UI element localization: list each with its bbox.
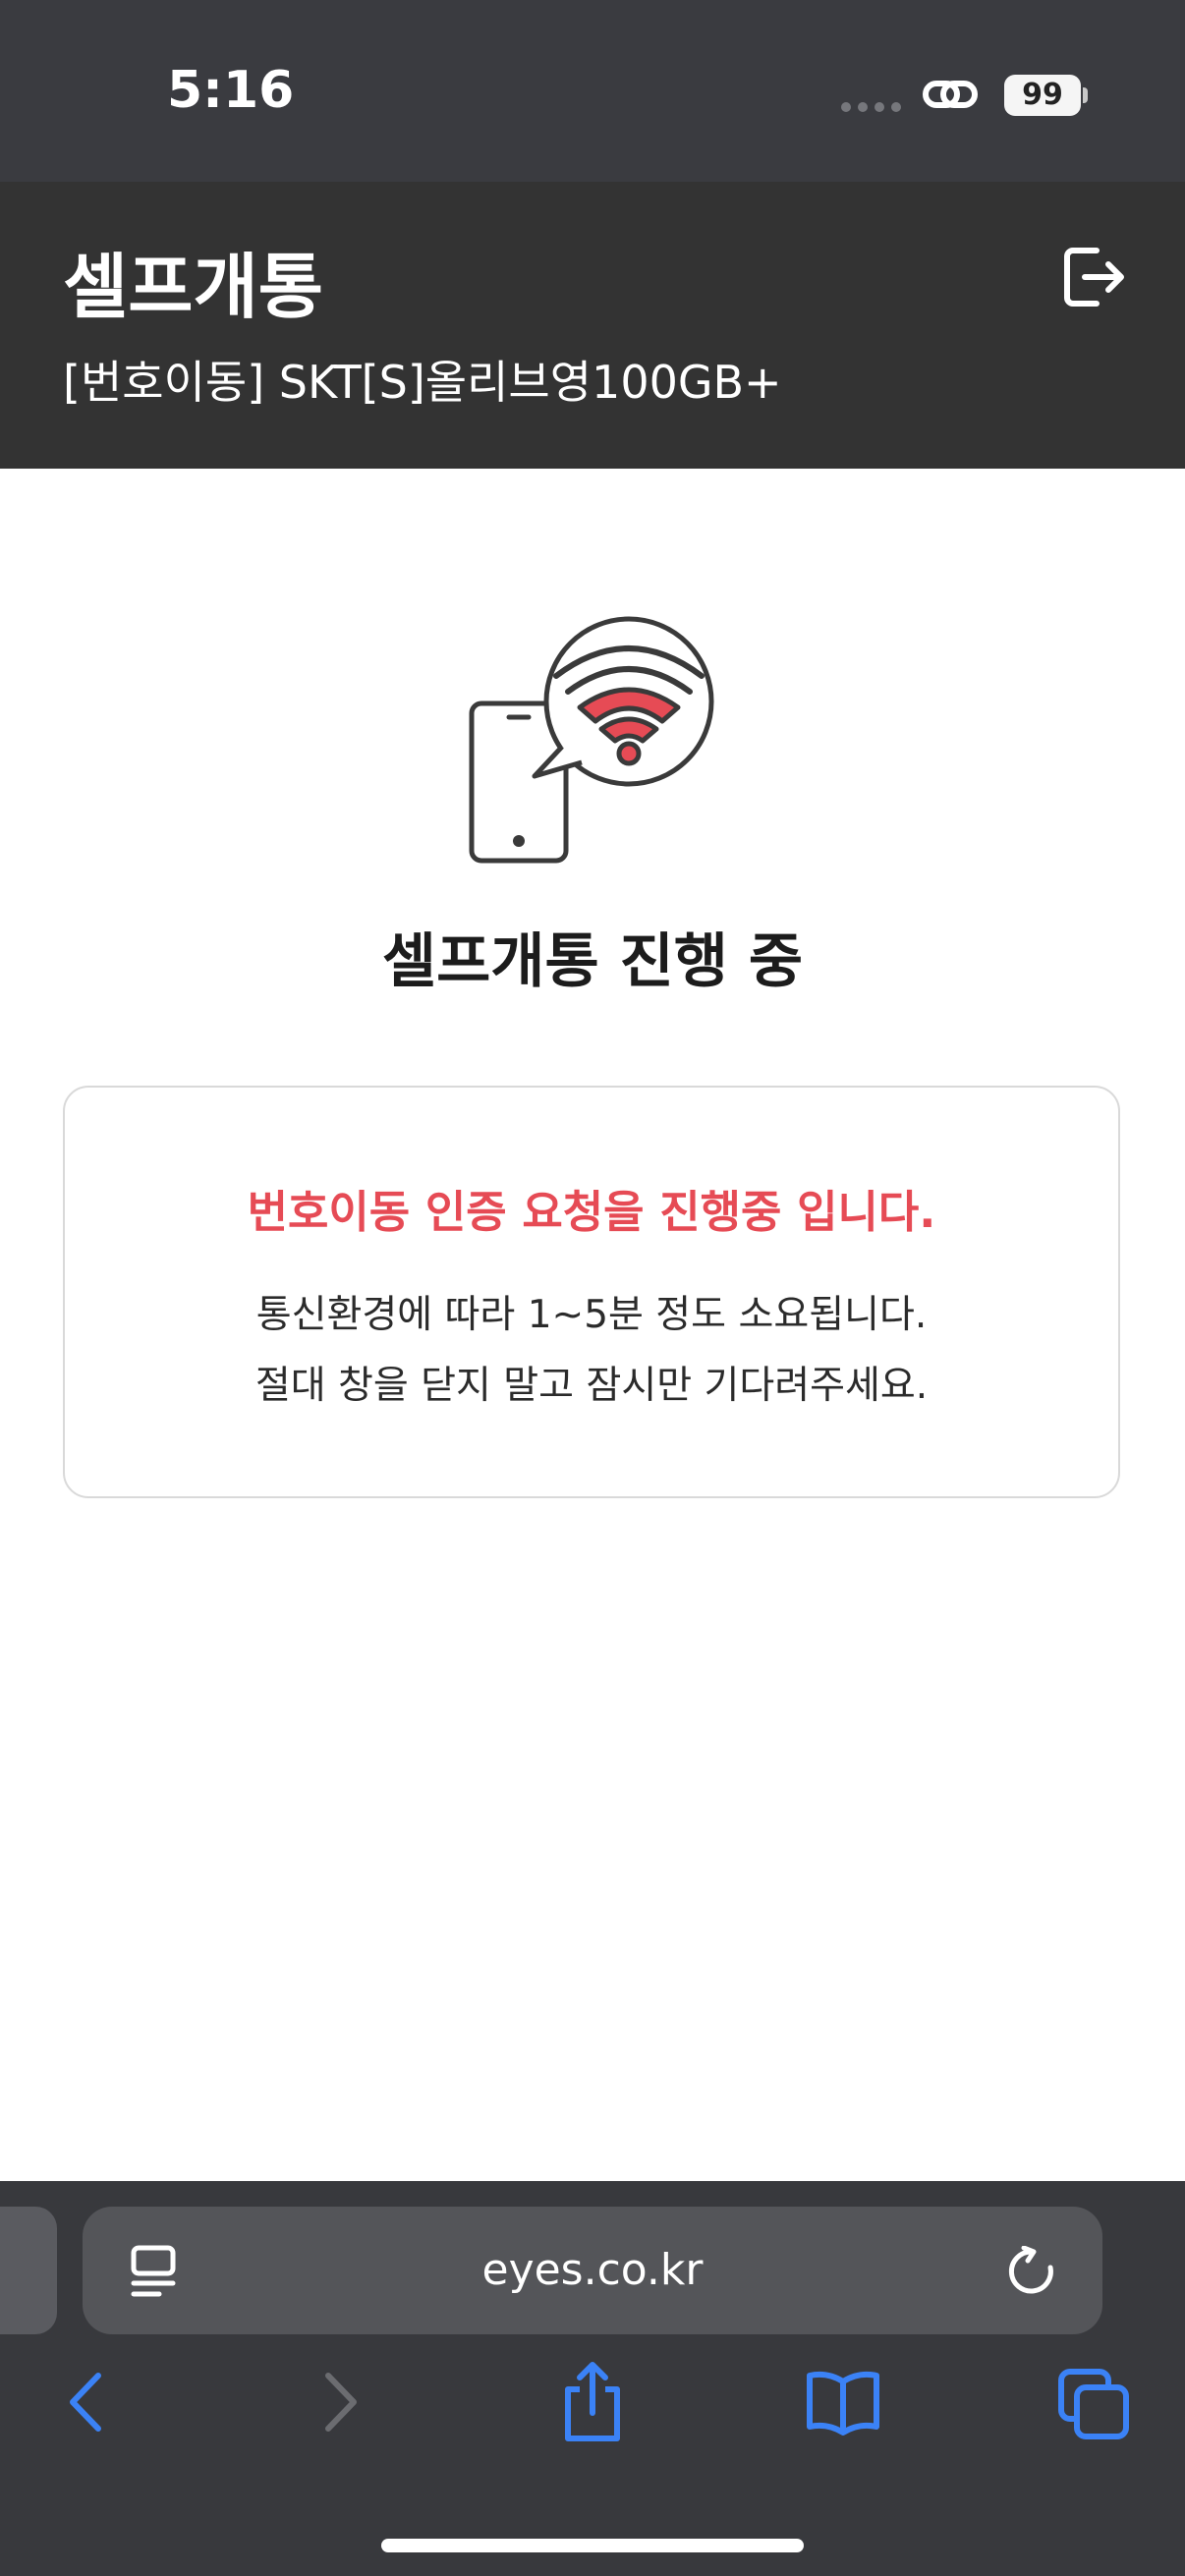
logout-icon[interactable] xyxy=(1061,243,1126,311)
status-time: 5:16 xyxy=(167,61,295,120)
share-icon[interactable] xyxy=(558,2360,627,2444)
reload-icon[interactable] xyxy=(1006,2246,1057,2297)
phone-wifi-icon xyxy=(469,616,714,864)
previous-tab-preview[interactable] xyxy=(0,2207,57,2334)
page-title: 셀프개통 xyxy=(63,246,323,328)
home-indicator[interactable] xyxy=(381,2539,804,2552)
info-card: 번호이동 인증 요청을 진행중 입니다. 통신환경에 따라 1~5분 정도 소요… xyxy=(63,1086,1120,1498)
url-text[interactable]: eyes.co.kr xyxy=(83,2207,1102,2334)
battery-icon: 99 xyxy=(1004,75,1081,116)
link-icon xyxy=(923,81,978,108)
battery-cap xyxy=(1083,87,1088,103)
address-bar[interactable]: eyes.co.kr xyxy=(83,2207,1102,2334)
info-headline: 번호이동 인증 요청을 진행중 입니다. xyxy=(247,1186,936,1238)
info-line-warning: 절대 창을 닫지 말고 잠시만 기다려주세요. xyxy=(254,1364,929,1408)
back-icon[interactable] xyxy=(61,2368,110,2436)
info-line-duration: 통신환경에 따라 1~5분 정도 소요됩니다. xyxy=(255,1293,928,1337)
forward-icon[interactable] xyxy=(316,2368,366,2436)
bookmarks-icon[interactable] xyxy=(804,2368,882,2436)
tabs-icon[interactable] xyxy=(1057,2368,1130,2440)
progress-title: 셀프개통 진행 중 xyxy=(381,927,804,996)
plan-name: [번호이동] SKT[S]올리브영100GB+ xyxy=(63,356,782,409)
app-header: 셀프개통 [번호이동] SKT[S]올리브영100GB+ xyxy=(0,182,1185,469)
signal-dots-icon xyxy=(841,102,901,112)
status-bar: 5:16 99 xyxy=(0,0,1185,182)
